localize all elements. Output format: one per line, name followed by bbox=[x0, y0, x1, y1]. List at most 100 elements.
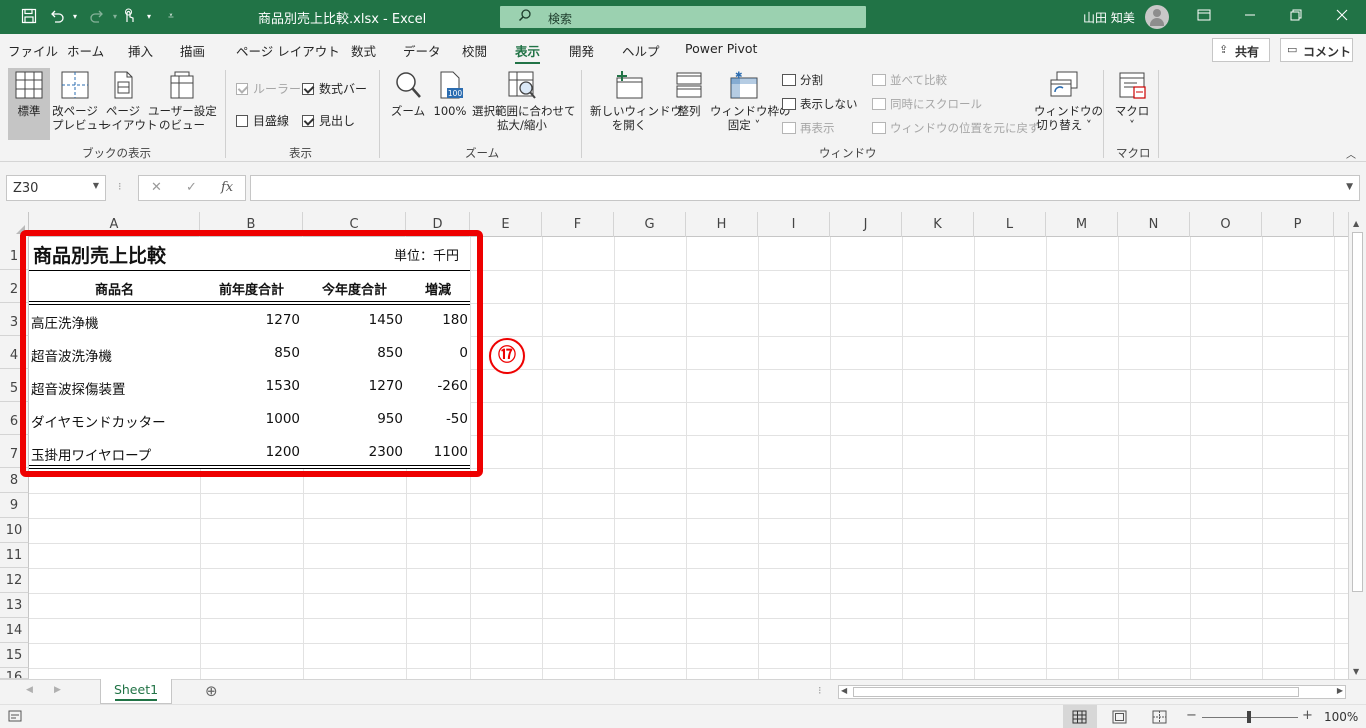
tab-file[interactable]: ファイル bbox=[8, 41, 58, 60]
gridlines-checkbox[interactable]: 目盛線 bbox=[236, 112, 289, 129]
zoom-100-button[interactable]: 100 100% bbox=[430, 70, 470, 118]
tab-formulas[interactable]: 数式 bbox=[351, 41, 376, 60]
synchronous-scrolling-button[interactable]: 同時にスクロール bbox=[872, 96, 982, 112]
zoom-level[interactable]: 100% bbox=[1324, 710, 1358, 724]
column-header-h[interactable]: H bbox=[686, 212, 758, 237]
view-side-by-side-button[interactable]: 並べて比較 bbox=[872, 72, 947, 88]
formula-bar-splitter-icon[interactable]: ⁝ bbox=[118, 180, 122, 193]
column-header-m[interactable]: M bbox=[1046, 212, 1118, 237]
name-box[interactable]: Z30 ▼ bbox=[6, 175, 106, 201]
cancel-icon[interactable]: ✕ bbox=[151, 180, 162, 195]
tab-home[interactable]: ホーム bbox=[67, 41, 104, 60]
row-header-13[interactable]: 13 bbox=[0, 593, 29, 618]
formula-input[interactable]: ▼ bbox=[250, 175, 1360, 201]
split-button[interactable]: 分割 bbox=[782, 72, 823, 88]
switch-windows-button[interactable]: ウィンドウの 切り替え ˅ bbox=[1034, 70, 1103, 132]
scroll-up-icon[interactable]: ▲ bbox=[1353, 219, 1359, 228]
tab-draw[interactable]: 描画 bbox=[180, 41, 205, 60]
ruler-checkbox[interactable]: ルーラー bbox=[236, 80, 301, 97]
page-break-preview-button[interactable]: 改ページ プレビュー bbox=[52, 70, 110, 132]
tab-power-pivot[interactable]: Power Pivot bbox=[685, 41, 757, 56]
reset-window-position-button[interactable]: ウィンドウの位置を元に戻す bbox=[872, 120, 1040, 136]
vertical-scroll-thumb[interactable] bbox=[1352, 232, 1363, 592]
horizontal-scrollbar[interactable]: ◀ ▶ bbox=[838, 685, 1346, 699]
next-sheet-icon[interactable]: ▶ bbox=[54, 685, 61, 695]
tab-splitter-icon[interactable]: ⁝ bbox=[818, 684, 822, 697]
tab-view[interactable]: 表示 bbox=[515, 41, 541, 65]
horizontal-scroll-thumb[interactable] bbox=[853, 687, 1299, 697]
redo-icon[interactable] bbox=[88, 8, 106, 26]
highlight-box bbox=[20, 230, 483, 477]
insert-function-icon[interactable]: fx bbox=[221, 180, 233, 195]
sheet-tab-sheet1[interactable]: Sheet1 bbox=[100, 679, 172, 704]
share-button[interactable]: ⇪ 共有 bbox=[1212, 38, 1270, 62]
column-header-n[interactable]: N bbox=[1118, 212, 1190, 237]
page-layout-view-button[interactable]: ページ レイアウト bbox=[100, 70, 158, 132]
column-header-g[interactable]: G bbox=[614, 212, 686, 237]
row-header-12[interactable]: 12 bbox=[0, 568, 29, 593]
customize-qat-icon[interactable]: ⩡ bbox=[162, 8, 180, 26]
name-box-dropdown-icon[interactable]: ▼ bbox=[93, 181, 99, 190]
row-header-15[interactable]: 15 bbox=[0, 643, 29, 668]
close-icon[interactable] bbox=[1332, 7, 1352, 27]
column-header-j[interactable]: J bbox=[830, 212, 902, 237]
normal-view-icon[interactable] bbox=[1072, 710, 1087, 727]
column-header-p[interactable]: P bbox=[1262, 212, 1334, 237]
zoom-to-selection-button[interactable]: 選択範囲に合わせて 拡大/縮小 bbox=[472, 70, 576, 132]
prev-sheet-icon[interactable]: ◀ bbox=[26, 685, 33, 695]
avatar[interactable] bbox=[1145, 5, 1169, 29]
column-header-l[interactable]: L bbox=[974, 212, 1046, 237]
touch-mode-icon[interactable] bbox=[120, 8, 138, 26]
collapse-ribbon-icon[interactable]: ︿ bbox=[1346, 146, 1356, 161]
ribbon-display-options-icon[interactable] bbox=[1194, 7, 1214, 27]
enter-icon[interactable]: ✓ bbox=[186, 180, 197, 195]
scroll-right-icon[interactable]: ▶ bbox=[1337, 686, 1343, 695]
tab-insert[interactable]: 挿入 bbox=[128, 41, 153, 60]
formula-bar-checkbox[interactable]: 数式バー bbox=[302, 80, 367, 97]
row-header-16[interactable]: 16 bbox=[0, 668, 29, 679]
unhide-window-button[interactable]: 再表示 bbox=[782, 120, 835, 136]
new-window-button[interactable]: 新しいウィンドウ を開く bbox=[590, 70, 682, 132]
page-break-view-icon[interactable] bbox=[1152, 710, 1167, 727]
scroll-left-icon[interactable]: ◀ bbox=[841, 686, 847, 695]
normal-view-button[interactable]: 標準 bbox=[8, 70, 50, 118]
column-header-i[interactable]: I bbox=[758, 212, 830, 237]
new-sheet-icon[interactable]: ⊕ bbox=[205, 682, 218, 700]
headings-checkbox[interactable]: 見出し bbox=[302, 112, 355, 129]
comments-button[interactable]: ▭ コメント bbox=[1280, 38, 1353, 62]
minimize-icon[interactable] bbox=[1240, 7, 1260, 27]
save-icon[interactable] bbox=[20, 8, 38, 26]
column-header-f[interactable]: F bbox=[542, 212, 614, 237]
arrange-all-button[interactable]: 整列 bbox=[670, 70, 708, 118]
zoom-slider-handle[interactable] bbox=[1247, 711, 1251, 723]
row-header-14[interactable]: 14 bbox=[0, 618, 29, 643]
scroll-down-icon[interactable]: ▼ bbox=[1353, 667, 1359, 676]
tab-help[interactable]: ヘルプ bbox=[622, 41, 660, 60]
undo-icon[interactable] bbox=[48, 8, 66, 26]
user-name[interactable]: 山田 知美 bbox=[1083, 9, 1135, 26]
column-header-o[interactable]: O bbox=[1190, 212, 1262, 237]
tab-data[interactable]: データ bbox=[403, 41, 441, 60]
column-header-k[interactable]: K bbox=[902, 212, 974, 237]
zoom-in-icon[interactable]: + bbox=[1302, 708, 1313, 723]
restore-icon[interactable] bbox=[1286, 7, 1306, 27]
row-header-9[interactable]: 9 bbox=[0, 493, 29, 518]
page-layout-view-icon[interactable] bbox=[1112, 710, 1127, 727]
tab-review[interactable]: 校閲 bbox=[462, 41, 487, 60]
expand-formula-bar-icon[interactable]: ▼ bbox=[1346, 182, 1353, 192]
vertical-scrollbar[interactable]: ▲ ▼ bbox=[1348, 212, 1366, 679]
zoom-out-icon[interactable]: − bbox=[1186, 708, 1197, 723]
macros-button[interactable]: マクロ ˅ bbox=[1110, 70, 1154, 132]
search-box[interactable]: 検索 bbox=[500, 6, 866, 28]
freeze-panes-button[interactable]: ✱ ウィンドウ枠の 固定 ˅ bbox=[710, 70, 791, 132]
tab-developer[interactable]: 開発 bbox=[569, 41, 594, 60]
touch-dropdown-icon[interactable]: ▾ bbox=[140, 8, 158, 26]
undo-dropdown-icon[interactable]: ▾ bbox=[66, 8, 84, 26]
accessibility-icon[interactable] bbox=[8, 709, 22, 726]
hide-window-button[interactable]: 表示しない bbox=[782, 96, 858, 112]
row-header-10[interactable]: 10 bbox=[0, 518, 29, 543]
custom-views-button[interactable]: ユーザー設定 のビュー bbox=[148, 70, 217, 132]
tab-page-layout[interactable]: ページ レイアウト bbox=[236, 41, 340, 60]
row-header-11[interactable]: 11 bbox=[0, 543, 29, 568]
zoom-button[interactable]: ズーム bbox=[388, 70, 428, 118]
